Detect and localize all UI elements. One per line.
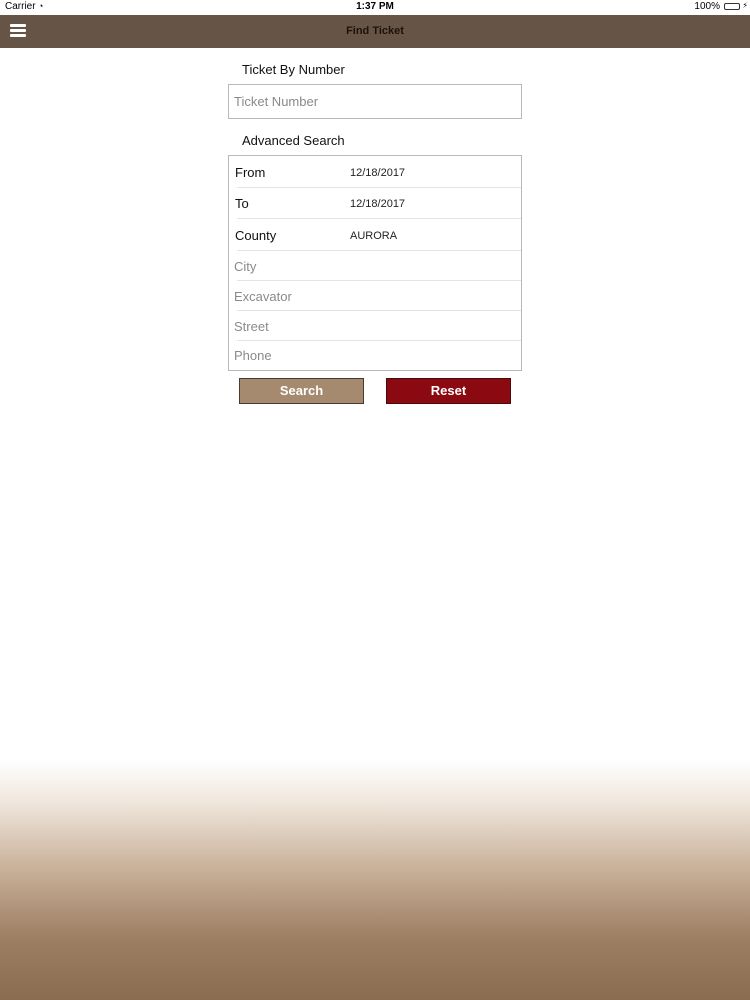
to-label: To [235,196,249,211]
phone-row [229,341,521,370]
county-value: AURORA [350,230,398,242]
page-title: Find Ticket [346,25,404,37]
excavator-input[interactable] [229,281,521,311]
advanced-search-heading: Advanced Search [242,133,345,148]
excavator-row [229,281,521,311]
navigation-bar: Find Ticket [0,15,750,48]
ticket-by-number-heading: Ticket By Number [242,62,345,77]
street-row [229,311,521,341]
city-row [229,251,521,281]
city-input[interactable] [229,251,521,281]
county-label: County [235,228,277,243]
to-date-value: 12/18/2017 [350,198,406,210]
advanced-search-form: From 12/18/2017 To 12/18/2017 County AUR… [228,155,522,371]
charging-icon: ⚡ [742,1,748,10]
county-row[interactable]: County AURORA [229,219,521,251]
search-button[interactable]: Search [239,378,364,404]
reset-button[interactable]: Reset [386,378,511,404]
street-input[interactable] [229,311,521,341]
status-bar: Carrier ◔ 1:37 PM 100% ⚡ [0,0,750,15]
from-date-value: 12/18/2017 [350,167,406,179]
battery-icon [724,3,740,10]
phone-input[interactable] [229,341,521,370]
ticket-number-input[interactable] [228,84,522,119]
background-gradient [0,760,750,1000]
to-date-row[interactable]: To 12/18/2017 [229,188,521,219]
battery-percentage: 100% [694,1,720,12]
status-time: 1:37 PM [356,1,394,12]
from-label: From [235,165,266,180]
from-date-row[interactable]: From 12/18/2017 [229,156,521,188]
